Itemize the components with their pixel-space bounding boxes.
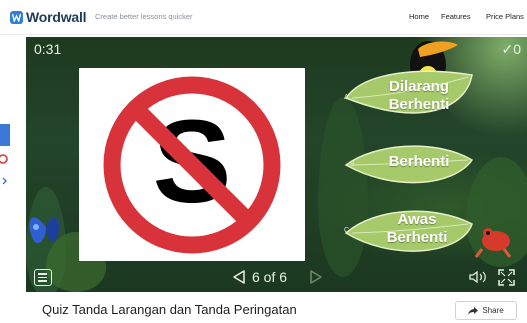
score-counter: ✓0	[501, 41, 521, 57]
answer-text-a-line2: Berhenti	[388, 96, 450, 113]
fullscreen-icon[interactable]	[498, 269, 515, 286]
answer-text-a-line1: Dilarang	[388, 78, 449, 95]
timer: 0:31	[34, 41, 62, 57]
share-label: Share	[482, 306, 504, 315]
volume-icon[interactable]	[469, 270, 489, 284]
answer-text-c-line2: Berhenti	[386, 229, 448, 246]
answer-text-b: Berhenti	[388, 153, 450, 170]
answer-option-b[interactable]: B Berhenti	[344, 134, 474, 196]
activity-title: Quiz Tanda Larangan dan Tanda Peringatan	[42, 302, 297, 317]
question-image: S	[79, 68, 305, 261]
share-icon	[468, 306, 479, 315]
side-chevron-icon[interactable]	[0, 174, 10, 188]
brand-name: Wordwall	[26, 9, 87, 25]
answer-letter-a: A	[344, 94, 349, 101]
answer-letter-b: B	[350, 161, 355, 168]
brand-tagline: Create better lessons quicker	[95, 12, 193, 21]
previous-arrow-icon[interactable]	[231, 269, 247, 285]
side-tab[interactable]	[0, 124, 10, 146]
nav-features-link[interactable]: Features	[441, 12, 471, 21]
nav-pricing-link[interactable]: Price Plans	[486, 12, 524, 21]
share-button[interactable]: Share	[455, 301, 517, 320]
answer-letter-c: C	[344, 227, 350, 234]
side-icon[interactable]	[0, 152, 10, 166]
frog-icon	[474, 228, 512, 258]
game-controls: 6 of 6	[26, 264, 527, 292]
menu-button[interactable]	[34, 269, 52, 286]
wordwall-logo-icon	[10, 10, 23, 24]
game-panel: 0:31 ✓0 S A Dilarang Berhenti B Berhenti	[26, 37, 527, 292]
answer-option-c[interactable]: C Awas Berhenti	[344, 202, 474, 264]
top-navigation: Wordwall Create better lessons quicker H…	[0, 0, 527, 35]
next-arrow-icon[interactable]	[308, 269, 324, 285]
nav-home-link[interactable]: Home	[409, 12, 429, 21]
answer-text-c-line1: Awas	[397, 211, 437, 228]
no-parking-sign-icon: S	[103, 76, 281, 254]
answer-option-a[interactable]: A Dilarang Berhenti	[344, 67, 473, 129]
wordwall-logo[interactable]: Wordwall	[10, 9, 87, 25]
butterfly-icon	[29, 217, 60, 244]
page-indicator: 6 of 6	[252, 269, 288, 285]
